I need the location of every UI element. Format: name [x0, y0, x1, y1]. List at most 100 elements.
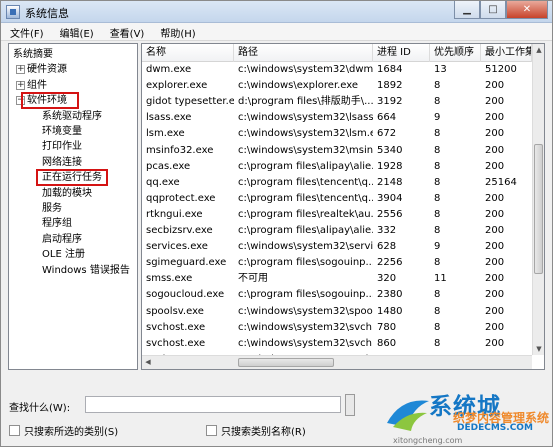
table-cell: svchost.exe [146, 321, 206, 333]
search-category-names-label: 只搜索类别名称(R) [221, 427, 306, 438]
tree-item[interactable]: 程序组 [42, 216, 72, 231]
table-row[interactable]: svchost.exe c:\windows\system32\svch... 86… [142, 336, 532, 352]
table-cell: c:\program files\alipay\alie... [238, 160, 373, 172]
tree-item[interactable]: OLE 注册 [42, 247, 85, 262]
table-cell: 1892 [377, 80, 403, 92]
table-cell: 200 [485, 192, 505, 204]
system-info-window: 系统信息 ▁ □ ✕ 文件(F) 编辑(E) 查看(V) 帮助(H) 系统摘要 +… [0, 0, 553, 447]
table-row[interactable]: sogoucloud.exe c:\program files\sogouinp.… [142, 287, 532, 303]
table-cell: c:\windows\system32\spoo... [238, 305, 373, 317]
column-header[interactable]: 优先顺序 [430, 44, 481, 62]
table-cell: 1928 [377, 160, 403, 172]
table-cell: c:\windows\system32\svch... [238, 321, 373, 333]
tree-item[interactable]: Windows 错误报告 [42, 263, 130, 278]
table-cell: 9 [434, 112, 441, 124]
tree-item[interactable]: 打印作业 [42, 139, 82, 154]
table-cell: c:\windows\explorer.exe [238, 80, 359, 92]
title-bar[interactable]: 系统信息 ▁ □ ✕ [1, 1, 552, 23]
column-header[interactable]: 最小工作集 [481, 44, 532, 62]
table-cell: 8 [434, 321, 441, 333]
table-row[interactable]: lsass.exe c:\windows\system32\lsass... 664… [142, 110, 532, 126]
find-label: 查找什么(W): [9, 403, 71, 414]
table-row[interactable]: qqprotect.exe c:\program files\tencent\q.… [142, 191, 532, 207]
tree-item[interactable]: 加载的模块 [42, 186, 92, 201]
table-row[interactable]: rtkngui.exe c:\program files\realtek\au..… [142, 207, 532, 223]
table-cell: c:\program files\sogouinp... [238, 289, 373, 301]
column-header[interactable]: 进程 ID [373, 44, 430, 62]
menu-file[interactable]: 文件(F) [1, 23, 51, 41]
table-row[interactable]: smss.exe 不可用 320 11 200 [142, 271, 532, 287]
app-icon [6, 5, 20, 19]
tree-item[interactable]: 系统驱动程序 [42, 109, 102, 124]
scroll-down-arrow-icon[interactable]: ▼ [533, 343, 544, 355]
table-cell: dwm.exe [146, 64, 192, 75]
table-row[interactable]: spoolsv.exe c:\windows\system32\spoo... 14… [142, 304, 532, 320]
table-row[interactable]: secbizsrv.exe c:\program files\alipay\ali… [142, 223, 532, 239]
scroll-left-arrow-icon[interactable]: ◀ [142, 356, 154, 368]
process-list[interactable]: 名称 路径 进程 ID 优先顺序 最小工作集 dwm.exe c:\windows\sys… [141, 43, 545, 370]
vertical-scrollbar[interactable]: ▲ ▼ [532, 44, 544, 355]
table-row[interactable]: lsm.exe c:\windows\system32\lsm.e... 672 8 2… [142, 126, 532, 142]
tree-item[interactable]: 环境变量 [42, 124, 82, 139]
table-cell: 8 [434, 80, 441, 92]
table-row[interactable]: qq.exe c:\program files\tencent\q... 2148 8… [142, 175, 532, 191]
table-cell: 200 [485, 321, 505, 333]
search-category-names-option[interactable]: 只搜索类别名称(R) [206, 423, 306, 438]
table-row[interactable]: dwm.exe c:\windows\system32\dwm... 1684 13 5… [142, 62, 532, 78]
minimize-button[interactable]: ▁ [454, 1, 480, 19]
table-row[interactable]: msinfo32.exe c:\windows\system32\msin... 5… [142, 143, 532, 159]
table-row[interactable]: services.exe c:\windows\system32\servi...… [142, 239, 532, 255]
table-cell: c:\windows\system32\dwm... [238, 64, 373, 75]
window-title: 系统信息 [25, 7, 69, 20]
tree-item[interactable]: 服务 [42, 201, 62, 216]
table-cell: 200 [485, 225, 505, 236]
tree-expander-icon[interactable]: + [16, 65, 25, 75]
highlight-box [21, 92, 79, 110]
search-category-names-checkbox[interactable] [206, 425, 217, 436]
table-cell: 25164 [485, 176, 517, 188]
tree-expander-icon[interactable]: + [16, 80, 25, 90]
scroll-up-arrow-icon[interactable]: ▲ [533, 44, 544, 56]
table-row[interactable]: sgimeguard.exe c:\program files\sogouinp.… [142, 255, 532, 271]
vertical-scroll-thumb[interactable] [534, 144, 543, 274]
table-cell: 780 [377, 321, 397, 333]
table-cell: c:\windows\system32\servi... [238, 241, 373, 253]
table-cell: c:\windows\system32\msin... [238, 144, 373, 156]
table-row[interactable]: pcas.exe c:\program files\alipay\alie... 1… [142, 159, 532, 175]
table-cell: c:\windows\system32\svch... [238, 337, 373, 349]
category-tree[interactable]: 系统摘要 + 硬件资源 + 组件 − 软件环境 系统驱动程序 环境变量 打印作业 网络连接 正在运行任… [8, 43, 138, 370]
table-cell: 200 [485, 289, 505, 301]
tree-item[interactable]: 网络连接 [42, 155, 82, 170]
table-cell: 320 [377, 273, 397, 285]
table-cell: qqprotect.exe [146, 192, 216, 204]
column-header[interactable]: 路径 [234, 44, 373, 62]
tree-item[interactable]: 启动程序 [42, 232, 82, 247]
maximize-button[interactable]: □ [480, 1, 506, 19]
search-selected-category-checkbox[interactable] [9, 425, 20, 436]
horizontal-scroll-thumb[interactable] [238, 358, 334, 367]
table-cell: 664 [377, 112, 397, 124]
watermark-url-secondary: xitongcheng.com [393, 436, 463, 445]
close-button[interactable]: ✕ [506, 1, 548, 19]
menu-edit[interactable]: 编辑(E) [51, 23, 101, 41]
table-cell: msinfo32.exe [146, 144, 214, 156]
table-row[interactable]: svchost.exe c:\windows\system32\svch... 78… [142, 320, 532, 336]
table-row[interactable]: gidot typesetter.e... d:\program files\排版… [142, 94, 532, 110]
table-row[interactable]: explorer.exe c:\windows\explorer.exe 1892 8… [142, 78, 532, 94]
highlight-box [36, 169, 108, 187]
table-cell: 8 [434, 144, 441, 156]
table-cell: 3192 [377, 96, 403, 108]
tree-item[interactable]: 组件 [27, 78, 47, 93]
find-input[interactable] [85, 396, 341, 413]
menu-help[interactable]: 帮助(H) [151, 23, 202, 41]
menu-bar: 文件(F) 编辑(E) 查看(V) 帮助(H) [1, 23, 552, 41]
search-selected-category-option[interactable]: 只搜索所选的类别(S) [9, 423, 118, 438]
menu-view[interactable]: 查看(V) [101, 23, 152, 41]
table-cell: explorer.exe [146, 80, 208, 92]
tree-item[interactable]: 硬件资源 [27, 62, 67, 77]
table-cell: 11 [434, 273, 447, 285]
column-header[interactable]: 名称 [142, 44, 234, 62]
horizontal-scrollbar[interactable]: ◀ [142, 355, 532, 369]
tree-item[interactable]: 系统摘要 [13, 47, 53, 62]
find-button[interactable] [345, 394, 355, 416]
